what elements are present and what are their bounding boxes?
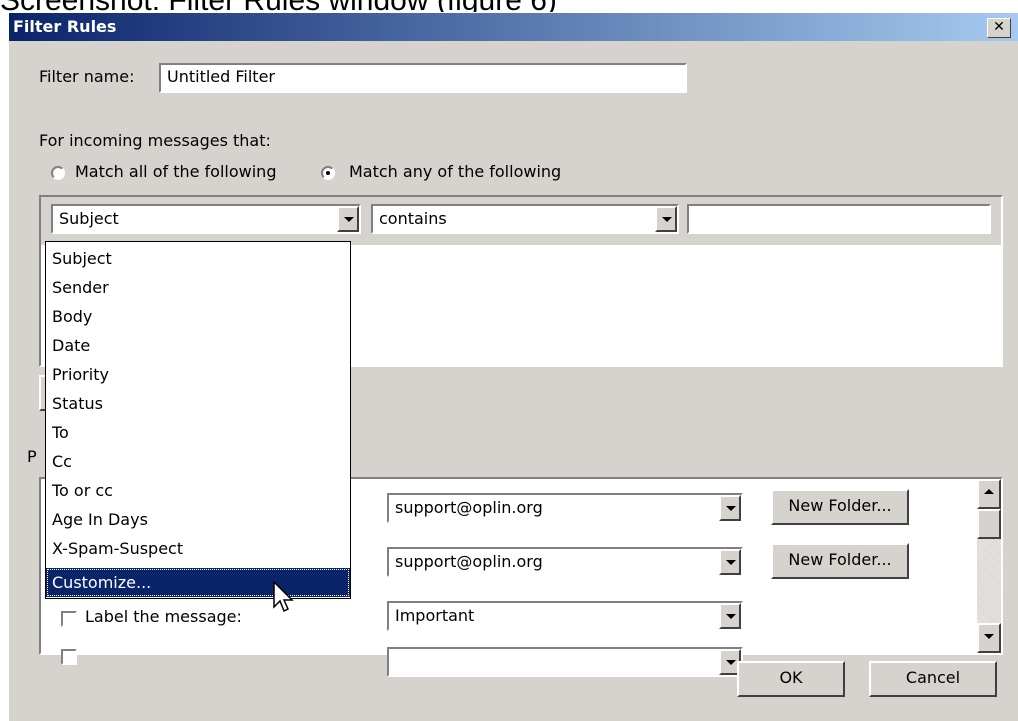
window-title: Filter Rules — [13, 17, 117, 36]
chevron-down-icon — [984, 634, 994, 639]
label-dropdown-button[interactable] — [719, 603, 741, 629]
dropdown-option[interactable]: Status — [46, 389, 350, 418]
condition-operator-value: contains — [379, 209, 447, 228]
ok-label: OK — [779, 668, 803, 687]
condition-field-select[interactable]: Subject — [51, 204, 361, 234]
field-dropdown-list[interactable]: Subject Sender Body Date Priority Status… — [45, 241, 351, 599]
match-all-radio[interactable] — [51, 166, 65, 180]
fourth-action-checkbox[interactable] — [61, 649, 77, 665]
filter-name-value: Untitled Filter — [167, 67, 275, 86]
dropdown-option[interactable]: To — [46, 418, 350, 447]
dropdown-option[interactable]: Body — [46, 302, 350, 331]
move-to-folder-select[interactable]: support@oplin.org — [387, 493, 743, 523]
chevron-down-icon — [344, 217, 354, 222]
condition-operator-select[interactable]: contains — [371, 204, 679, 234]
copy-to-folder-value: support@oplin.org — [395, 552, 543, 571]
operator-dropdown-button[interactable] — [655, 206, 677, 232]
field-dropdown-button[interactable] — [337, 206, 359, 232]
label-value: Important — [395, 606, 475, 625]
condition-value-input[interactable] — [687, 204, 991, 234]
chevron-down-icon — [726, 560, 736, 565]
match-any-radio[interactable] — [321, 166, 335, 180]
condition-field-value: Subject — [59, 209, 119, 228]
dropdown-option[interactable]: X-Spam-Suspect — [46, 534, 350, 563]
new-folder-label-2: New Folder... — [788, 550, 892, 569]
chevron-up-icon — [984, 489, 994, 494]
copy-to-folder-select[interactable]: support@oplin.org — [387, 547, 743, 577]
scroll-up-button[interactable] — [977, 479, 1001, 509]
label-message-label: Label the message: — [85, 607, 242, 626]
match-all-label: Match all of the following — [75, 162, 277, 181]
filter-name-input[interactable]: Untitled Filter — [159, 63, 687, 93]
incoming-messages-label: For incoming messages that: — [39, 131, 271, 150]
match-any-label: Match any of the following — [349, 162, 562, 181]
ok-button[interactable]: OK — [737, 661, 845, 697]
chevron-down-icon — [662, 217, 672, 222]
label-message-checkbox[interactable] — [61, 611, 77, 627]
scroll-thumb[interactable] — [977, 509, 1001, 539]
dropdown-option[interactable]: Subject — [46, 244, 350, 273]
chevron-down-icon — [726, 506, 736, 511]
fourth-action-select[interactable] — [387, 647, 743, 677]
dropdown-option[interactable]: Age In Days — [46, 505, 350, 534]
filter-name-label: Filter name: — [39, 67, 135, 86]
cancel-button[interactable]: Cancel — [869, 661, 997, 697]
new-folder-label-1: New Folder... — [788, 496, 892, 515]
dropdown-option[interactable]: Priority — [46, 360, 350, 389]
filter-rules-dialog: Filter Rules ✕ Filter name: Untitled Fil… — [8, 12, 1018, 721]
scroll-down-button[interactable] — [977, 623, 1001, 653]
chevron-down-icon — [726, 660, 736, 665]
radio-selected-dot — [326, 171, 330, 175]
chevron-down-icon — [726, 614, 736, 619]
move-to-folder-value: support@oplin.org — [395, 498, 543, 517]
cancel-label: Cancel — [905, 668, 961, 687]
close-icon: ✕ — [993, 19, 1005, 35]
arrow-pointer-icon — [273, 581, 294, 613]
move-folder-dropdown-button[interactable] — [719, 495, 741, 521]
dropdown-option[interactable]: Sender — [46, 273, 350, 302]
dropdown-option[interactable]: To or cc — [46, 476, 350, 505]
label-select[interactable]: Important — [387, 601, 743, 631]
copy-folder-dropdown-button[interactable] — [719, 549, 741, 575]
condition-row: Subject contains — [41, 197, 1001, 245]
close-button[interactable]: ✕ — [987, 18, 1011, 38]
actions-section-label: P — [27, 447, 37, 466]
dropdown-option[interactable]: Date — [46, 331, 350, 360]
title-bar: Filter Rules ✕ — [9, 13, 1018, 41]
dropdown-option[interactable]: Cc — [46, 447, 350, 476]
new-folder-button-2[interactable]: New Folder... — [771, 543, 909, 579]
dropdown-option-customize[interactable]: Customize... — [46, 568, 350, 597]
new-folder-button-1[interactable]: New Folder... — [771, 489, 909, 525]
